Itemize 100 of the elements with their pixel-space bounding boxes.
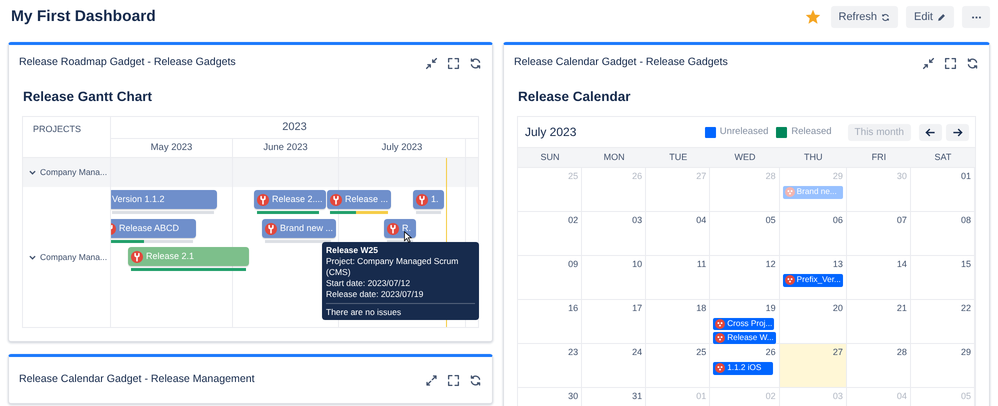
refresh-icon[interactable] bbox=[966, 56, 979, 70]
project-toggle[interactable]: Company Mana... bbox=[23, 158, 108, 188]
tooltip-text: Project: Company Managed Scrum (CMS) bbox=[326, 256, 460, 278]
release-icon bbox=[784, 187, 795, 198]
day-number: 03 bbox=[832, 390, 843, 404]
column-header: PROJECTS bbox=[33, 124, 82, 134]
weekday-label: THU bbox=[804, 150, 822, 164]
refresh-button[interactable]: Refresh bbox=[830, 6, 898, 28]
day-number: 29 bbox=[832, 170, 843, 184]
release-icon bbox=[715, 318, 726, 329]
day-number: 04 bbox=[896, 390, 907, 404]
cursor-icon bbox=[403, 230, 415, 244]
wrench-icon bbox=[330, 194, 342, 206]
arrow-left-icon bbox=[925, 126, 936, 138]
fullscreen-icon[interactable] bbox=[447, 374, 460, 387]
day-number: 12 bbox=[766, 258, 776, 272]
day-number: 03 bbox=[632, 214, 642, 228]
dashboard-title: My First Dashboard bbox=[11, 8, 156, 26]
legend-label: Unreleased bbox=[720, 125, 768, 140]
day-number: 05 bbox=[960, 390, 971, 404]
day-number: 29 bbox=[960, 346, 971, 360]
day-number: 16 bbox=[568, 302, 578, 316]
day-number: 31 bbox=[632, 390, 642, 404]
day-number: 05 bbox=[766, 214, 776, 228]
star-icon[interactable] bbox=[806, 10, 820, 24]
expand-icon[interactable] bbox=[425, 374, 438, 387]
release-icon bbox=[715, 333, 726, 344]
this-month-button[interactable]: This month bbox=[848, 124, 911, 141]
day-number: 28 bbox=[766, 170, 776, 184]
wrench-icon bbox=[265, 222, 277, 235]
weekday-label: SAT bbox=[934, 150, 952, 164]
refresh-icon[interactable] bbox=[469, 374, 482, 387]
day-number: 04 bbox=[696, 214, 706, 228]
day-number: 24 bbox=[632, 346, 642, 360]
wrench-icon bbox=[257, 194, 269, 206]
day-number: 28 bbox=[896, 346, 907, 360]
project-toggle[interactable]: Company Mana... bbox=[23, 243, 108, 272]
refresh-icon[interactable] bbox=[469, 56, 482, 70]
collapse-icon[interactable] bbox=[425, 56, 438, 70]
day-number: 25 bbox=[696, 346, 706, 360]
gadget-title: Release Calendar Gadget - Release Management bbox=[19, 372, 255, 388]
release-bar[interactable]: Release ABCD bbox=[111, 219, 196, 238]
chevron-icon bbox=[29, 254, 36, 262]
wrench-icon bbox=[416, 194, 428, 206]
release-bar[interactable]: Release 2.... bbox=[254, 190, 326, 210]
day-number: 06 bbox=[832, 214, 843, 228]
release-bar[interactable]: Brand new ... bbox=[262, 219, 336, 238]
day-number: 20 bbox=[832, 302, 843, 316]
day-number: 02 bbox=[568, 214, 578, 228]
previous-month-button[interactable] bbox=[919, 124, 942, 141]
gadget-title: Release Calendar Gadget - Release Gadgets bbox=[514, 55, 728, 70]
edit-button[interactable]: Edit bbox=[906, 6, 954, 28]
release-event[interactable]: Brand ne... bbox=[782, 186, 843, 199]
weekday-label: WED bbox=[734, 150, 756, 164]
legend-label: Released bbox=[791, 125, 832, 140]
day-number: 15 bbox=[960, 258, 971, 272]
day-number: 13 bbox=[832, 258, 843, 272]
weekday-label: TUE bbox=[669, 150, 688, 164]
release-bar[interactable]: 1. bbox=[413, 190, 444, 210]
release-bar[interactable]: Version 1.1.2 bbox=[111, 190, 217, 210]
refresh-icon bbox=[881, 12, 890, 22]
month-title: July 2023 bbox=[525, 124, 576, 142]
day-number: 26 bbox=[632, 170, 642, 184]
release-event[interactable]: Prefix_Ver... bbox=[782, 274, 843, 287]
gadget-title: Release Roadmap Gadget - Release Gadgets bbox=[19, 55, 236, 70]
day-number: 21 bbox=[896, 302, 907, 316]
day-number: 02 bbox=[766, 390, 776, 404]
day-number: 27 bbox=[832, 346, 843, 360]
progress-track bbox=[416, 211, 441, 214]
day-number: 25 bbox=[568, 170, 578, 184]
chart-heading: Release Gantt Chart bbox=[23, 89, 154, 106]
day-number: 22 bbox=[960, 302, 971, 316]
release-icon bbox=[715, 363, 726, 374]
day-number: 07 bbox=[896, 214, 907, 228]
day-number: 08 bbox=[960, 214, 971, 228]
progress-track bbox=[265, 240, 331, 244]
release-bar[interactable]: Release 2.1 bbox=[128, 247, 249, 266]
pencil-icon bbox=[937, 12, 946, 22]
tooltip-text: There are no issues bbox=[326, 306, 402, 318]
release-event[interactable]: 1.1.2 iOS bbox=[713, 362, 774, 375]
day-number: 19 bbox=[766, 302, 776, 316]
month-label: July 2023 bbox=[382, 141, 422, 156]
release-bar[interactable]: Release ... bbox=[327, 190, 392, 210]
collapse-icon[interactable] bbox=[922, 56, 935, 70]
day-number: 09 bbox=[568, 258, 578, 272]
release-event[interactable]: Cross Proj... bbox=[713, 318, 774, 330]
month-label: June 2023 bbox=[263, 141, 308, 156]
day-number: 23 bbox=[568, 346, 578, 360]
day-number: 11 bbox=[696, 258, 706, 272]
day-number: 01 bbox=[960, 170, 971, 184]
day-number: 18 bbox=[696, 302, 706, 316]
chevron-icon bbox=[29, 169, 36, 176]
release-event[interactable]: Release W... bbox=[713, 332, 776, 344]
fullscreen-icon[interactable] bbox=[944, 56, 957, 70]
chart-heading: Release Calendar bbox=[518, 89, 632, 106]
next-month-button[interactable] bbox=[946, 124, 969, 141]
day-number: 30 bbox=[896, 170, 907, 184]
fullscreen-icon[interactable] bbox=[447, 56, 460, 70]
day-number: 26 bbox=[766, 346, 776, 360]
wrench-icon bbox=[131, 250, 143, 263]
